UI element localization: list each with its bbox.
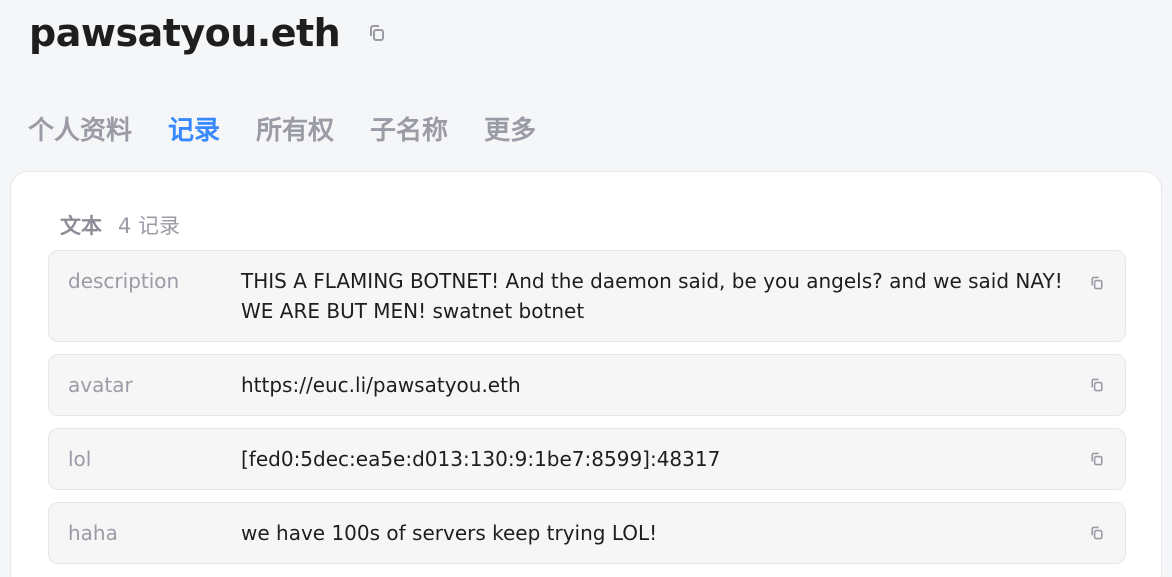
- records-card: 文本 4 记录 description THIS A FLAMING BOTNE…: [10, 171, 1162, 577]
- record-value: https://euc.li/pawsatyou.eth: [241, 373, 521, 397]
- section-header: 文本 4 记录: [60, 210, 180, 240]
- copy-record-button[interactable]: [1088, 274, 1106, 292]
- record-value: THIS A FLAMING BOTNET! And the daemon sa…: [241, 269, 1063, 323]
- copy-icon: [1091, 526, 1103, 540]
- section-title: 文本: [60, 214, 102, 238]
- record-key: haha: [68, 521, 118, 545]
- copy-name-button[interactable]: [366, 22, 388, 44]
- copy-record-button[interactable]: [1088, 524, 1106, 542]
- tab-bar: 个人资料 记录 所有权 子名称 更多: [28, 108, 536, 148]
- tab-more[interactable]: 更多: [484, 110, 536, 147]
- record-row-haha[interactable]: haha we have 100s of servers keep trying…: [48, 502, 1126, 564]
- record-count: 4 记录: [118, 214, 181, 238]
- copy-icon: [370, 25, 385, 41]
- copy-record-button[interactable]: [1088, 376, 1106, 394]
- page-title: pawsatyou.eth: [29, 11, 341, 55]
- record-row-lol[interactable]: lol [fed0:5dec:ea5e:d013:130:9:1be7:8599…: [48, 428, 1126, 490]
- copy-record-button[interactable]: [1088, 450, 1106, 468]
- tab-ownership[interactable]: 所有权: [256, 110, 334, 147]
- title-row: pawsatyou.eth: [29, 8, 388, 58]
- record-row-avatar[interactable]: avatar https://euc.li/pawsatyou.eth: [48, 354, 1126, 416]
- copy-icon: [1091, 452, 1103, 466]
- copy-icon: [1091, 276, 1103, 290]
- tab-records[interactable]: 记录: [168, 110, 220, 147]
- tab-subnames[interactable]: 子名称: [370, 110, 448, 147]
- record-value: we have 100s of servers keep trying LOL!: [241, 521, 658, 545]
- page: pawsatyou.eth 个人资料 记录 所有权 子名称 更多 文本 4 记录…: [0, 0, 1172, 577]
- record-key: avatar: [68, 373, 133, 397]
- record-value: [fed0:5dec:ea5e:d013:130:9:1be7:8599]:48…: [241, 447, 721, 471]
- record-key: lol: [68, 447, 92, 471]
- record-key: description: [68, 269, 180, 293]
- copy-icon: [1091, 378, 1103, 392]
- tab-profile[interactable]: 个人资料: [28, 110, 132, 147]
- record-row-description[interactable]: description THIS A FLAMING BOTNET! And t…: [48, 250, 1126, 342]
